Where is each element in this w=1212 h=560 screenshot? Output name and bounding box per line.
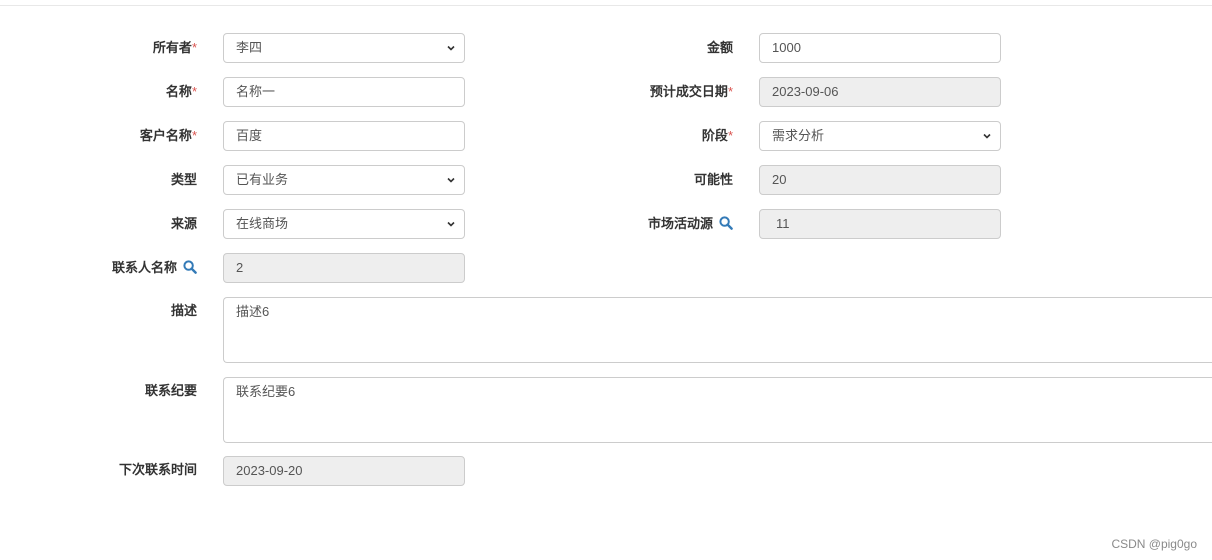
customer-label: 客户名称* <box>140 128 197 144</box>
contact-name-value: 2 <box>236 260 244 275</box>
next-contact-time-label-text: 下次联系时间 <box>118 462 197 477</box>
type-value: 已有业务 <box>236 172 289 187</box>
amount-label: 金额 <box>707 40 733 56</box>
possibility-input[interactable]: 20 <box>759 165 1001 195</box>
owner-select[interactable]: 李四 <box>223 33 465 63</box>
owner-value: 李四 <box>236 40 263 55</box>
stage-label-text: 阶段 <box>701 128 728 143</box>
customer-value: 百度 <box>236 128 263 143</box>
contact-name-label-text: 联系人名称 <box>111 260 177 275</box>
next-contact-time-label: 下次联系时间 <box>119 462 197 478</box>
next-contact-time-input[interactable]: 2023-09-20 <box>223 456 465 486</box>
contact-summary-textarea[interactable]: 联系纪要6 <box>223 377 1212 443</box>
possibility-value: 20 <box>772 172 787 187</box>
source-label-text: 来源 <box>170 216 197 231</box>
search-icon[interactable] <box>719 216 733 230</box>
source-select[interactable]: 在线商场 <box>223 209 465 239</box>
description-label-text: 描述 <box>170 303 197 318</box>
contact-name-input[interactable]: 2 <box>223 253 465 283</box>
search-icon[interactable] <box>183 260 197 274</box>
description-textarea[interactable]: 描述6 <box>223 297 1212 363</box>
stage-value: 需求分析 <box>772 128 825 143</box>
contact-summary-value: 联系纪要6 <box>236 384 296 399</box>
type-select[interactable]: 已有业务 <box>223 165 465 195</box>
contact-name-label: 联系人名称 <box>112 260 197 276</box>
type-label-text: 类型 <box>170 172 197 187</box>
close-date-value: 2023-09-06 <box>772 84 839 99</box>
source-value: 在线商场 <box>236 216 289 231</box>
activity-source-input[interactable]: 11 <box>759 209 1001 239</box>
name-label: 名称* <box>166 84 197 100</box>
chevron-down-icon <box>447 221 455 227</box>
amount-value: 1000 <box>772 40 801 55</box>
next-contact-time-value: 2023-09-20 <box>236 463 303 478</box>
contact-summary-label-text: 联系纪要 <box>144 383 197 398</box>
required-mark: * <box>727 128 733 143</box>
activity-source-label: 市场活动源 <box>648 216 733 232</box>
name-value: 名称一 <box>236 84 276 99</box>
chevron-down-icon <box>983 133 991 139</box>
required-mark: * <box>191 40 197 55</box>
source-label: 来源 <box>171 216 197 232</box>
required-mark: * <box>191 84 197 99</box>
customer-label-text: 客户名称 <box>139 128 192 143</box>
possibility-label-text: 可能性 <box>693 172 733 187</box>
amount-label-text: 金额 <box>706 40 733 55</box>
possibility-label: 可能性 <box>694 172 733 188</box>
page: 所有者* 李四 金额 1000 名称* 名称一 预计成交日期* 2023-09-… <box>0 0 1212 560</box>
owner-label: 所有者* <box>153 40 197 56</box>
watermark: CSDN @pig0go <box>1111 537 1197 551</box>
owner-label-text: 所有者 <box>152 40 192 55</box>
required-mark: * <box>191 128 197 143</box>
chevron-down-icon <box>447 177 455 183</box>
close-date-label: 预计成交日期* <box>650 84 733 100</box>
name-input[interactable]: 名称一 <box>223 77 465 107</box>
description-value: 描述6 <box>236 304 270 319</box>
chevron-down-icon <box>447 45 455 51</box>
stage-select[interactable]: 需求分析 <box>759 121 1001 151</box>
top-divider <box>0 5 1212 6</box>
stage-label: 阶段* <box>702 128 733 144</box>
close-date-input[interactable]: 2023-09-06 <box>759 77 1001 107</box>
activity-source-value: 11 <box>776 216 790 231</box>
name-label-text: 名称 <box>165 84 192 99</box>
close-date-label-text: 预计成交日期 <box>649 84 728 99</box>
type-label: 类型 <box>171 172 197 188</box>
customer-input[interactable]: 百度 <box>223 121 465 151</box>
activity-source-label-text: 市场活动源 <box>647 216 713 231</box>
amount-input[interactable]: 1000 <box>759 33 1001 63</box>
contact-summary-label: 联系纪要 <box>145 383 197 399</box>
required-mark: * <box>727 84 733 99</box>
description-label: 描述 <box>171 303 197 319</box>
